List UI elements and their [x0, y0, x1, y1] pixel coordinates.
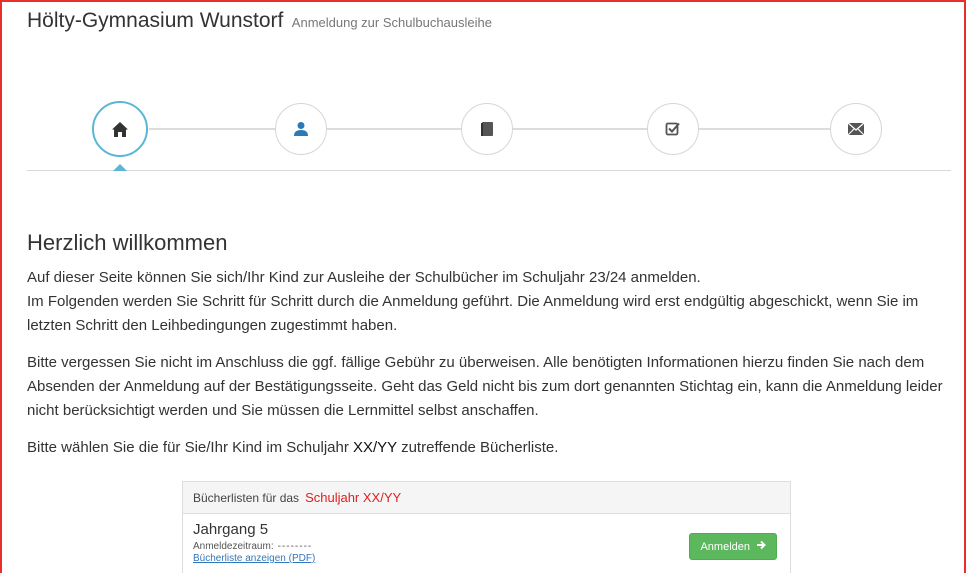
booklist-panel: Bücherlisten für das Schuljahr XX/YY Jah… — [182, 481, 791, 573]
arrow-right-icon — [756, 540, 766, 553]
step-connector — [699, 128, 830, 130]
step-connector — [513, 128, 647, 130]
select-list-text-end: zutreffende Bücherliste. — [401, 439, 559, 456]
registration-period-label: Anmeldezeitraum: — [193, 541, 274, 552]
page-header: Hölty-Gymnasium Wunstorf Anmeldung zur S… — [27, 9, 492, 33]
intro-line-1: Auf dieser Seite können Sie sich/Ihr Kin… — [27, 269, 701, 286]
step-connector — [327, 128, 461, 130]
register-button-label: Anmelden — [700, 540, 750, 553]
panel-heading-text: Bücherlisten für das — [193, 490, 300, 505]
registration-period-value: -------- — [277, 541, 313, 552]
home-icon — [111, 121, 129, 138]
intro-line-2: Im Folgenden werden Sie Schritt für Schr… — [27, 293, 919, 334]
envelope-icon — [847, 122, 865, 136]
step-wizard — [27, 100, 951, 178]
welcome-section: Herzlich willkommen Auf dieser Seite kön… — [27, 230, 947, 473]
step-home[interactable] — [92, 101, 148, 157]
school-name: Hölty-Gymnasium Wunstorf — [27, 9, 284, 32]
page-subtitle: Anmeldung zur Schulbuchausleihe — [291, 15, 492, 30]
step-book[interactable] — [461, 103, 513, 155]
select-list-paragraph: Bitte wählen Sie die für Sie/Ihr Kind im… — [27, 436, 947, 460]
step-connector — [149, 128, 275, 130]
school-year-placeholder: XX/YY — [353, 439, 397, 456]
register-button[interactable]: Anmelden — [689, 533, 777, 560]
user-icon — [293, 121, 309, 137]
book-icon — [480, 121, 494, 137]
welcome-title: Herzlich willkommen — [27, 230, 228, 255]
active-step-caret — [113, 164, 127, 171]
payment-paragraph: Bitte vergessen Sie nicht im Anschluss d… — [27, 354, 943, 419]
panel-heading: Bücherlisten für das Schuljahr XX/YY — [183, 482, 790, 514]
step-divider — [27, 170, 951, 171]
grade-row: Jahrgang 5 Anmeldezeitraum: -------- Büch… — [183, 514, 790, 571]
panel-heading-year: Schuljahr XX/YY — [305, 490, 402, 505]
step-user[interactable] — [275, 103, 327, 155]
step-send[interactable] — [830, 103, 882, 155]
step-confirm[interactable] — [647, 103, 699, 155]
check-square-icon — [665, 121, 681, 137]
intro-paragraph: Auf dieser Seite können Sie sich/Ihr Kin… — [27, 266, 947, 338]
select-list-text: Bitte wählen Sie die für Sie/Ihr Kind im… — [27, 439, 349, 456]
